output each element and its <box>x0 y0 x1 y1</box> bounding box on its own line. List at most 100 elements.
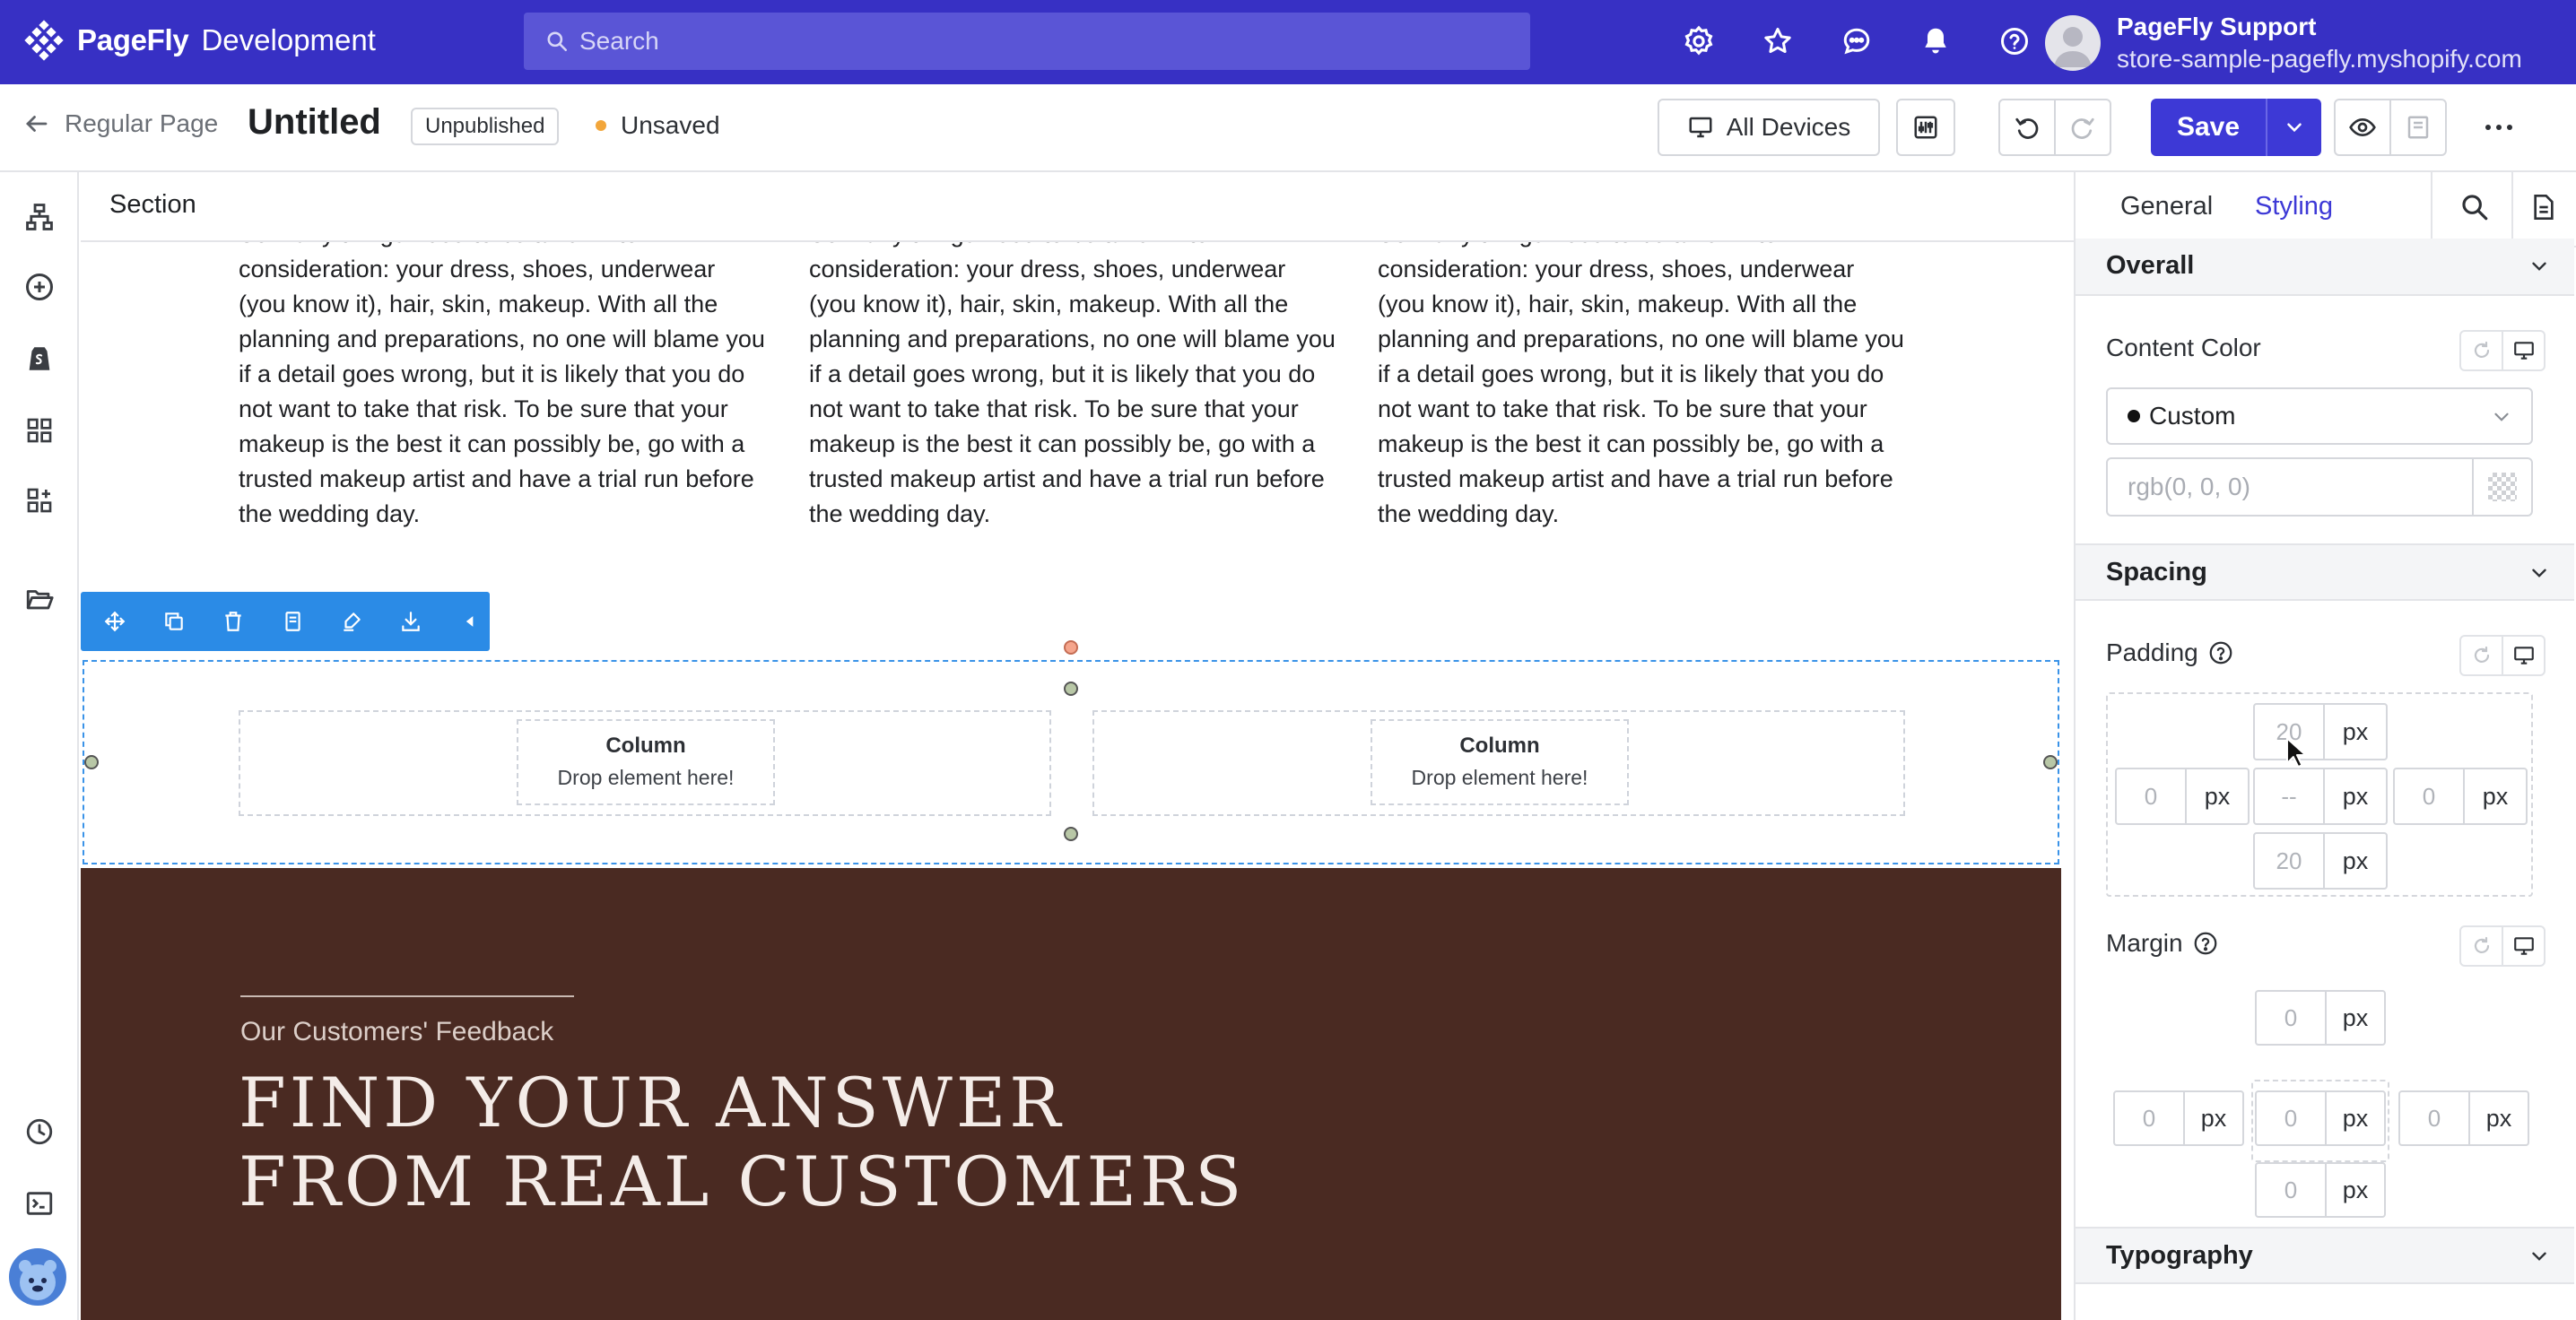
padding-top-handle[interactable] <box>1064 682 1078 696</box>
reset-icon[interactable] <box>2461 637 2503 674</box>
column-title: Column <box>605 734 686 758</box>
collapse-toolbar-icon[interactable] <box>454 605 486 638</box>
brand-name: PageFly <box>77 23 189 56</box>
layers-icon[interactable] <box>20 197 59 237</box>
tab-general[interactable]: General <box>2120 192 2213 221</box>
search-icon[interactable] <box>2459 192 2490 227</box>
color-swatch[interactable] <box>2474 459 2531 515</box>
redo-button[interactable] <box>2056 100 2110 154</box>
reset-icon[interactable] <box>2461 332 2503 369</box>
apps-icon[interactable] <box>20 481 59 520</box>
eye-icon <box>2349 117 2376 137</box>
paste-style-brush-icon[interactable] <box>335 605 368 638</box>
padding-bottom-handle[interactable] <box>1064 827 1078 841</box>
margin-left-value: 0 <box>2115 1092 2185 1144</box>
move-icon[interactable] <box>99 605 131 638</box>
margin-top-input[interactable]: 0 px <box>2255 990 2386 1046</box>
text-block-2[interactable]: So many things need to be taken into con… <box>809 242 1338 532</box>
chevron-down-icon <box>2494 412 2509 421</box>
column-placeholder-2[interactable]: Column Drop element here! <box>1371 719 1629 805</box>
left-sidebar <box>0 172 79 1320</box>
search-input[interactable]: Search <box>524 13 1530 70</box>
margin-left-input[interactable]: 0 px <box>2113 1090 2244 1146</box>
chat-icon[interactable] <box>1837 22 1876 61</box>
save-button[interactable]: Save <box>2151 99 2321 156</box>
column-placeholder-1[interactable]: Column Drop element here! <box>517 719 775 805</box>
page-canvas[interactable]: So many things need to be taken into con… <box>81 242 2061 1320</box>
margin-top-handle[interactable] <box>1064 640 1078 655</box>
support-mascot-icon[interactable] <box>9 1248 66 1306</box>
feedback-kicker[interactable]: Our Customers' Feedback <box>240 1017 553 1047</box>
document-icon[interactable] <box>2529 192 2558 227</box>
desktop-icon[interactable] <box>2503 637 2544 674</box>
undo-redo-group <box>1998 99 2111 156</box>
overall-group-header[interactable]: Overall <box>2076 239 2574 296</box>
page-title[interactable]: Untitled <box>248 102 381 143</box>
column-hint: Drop element here! <box>1411 766 1588 789</box>
unit-label: px <box>2204 782 2231 810</box>
account-menu[interactable]: PageFly Support store-sample-pagefly.mys… <box>2045 11 2522 75</box>
notification-bell-icon[interactable] <box>1916 22 1955 61</box>
padding-right-input[interactable]: 0 px <box>2393 768 2528 825</box>
help-icon[interactable] <box>1995 22 2034 61</box>
copy-style-icon[interactable] <box>276 605 309 638</box>
text-block-3[interactable]: So many things need to be taken into con… <box>1378 242 1907 532</box>
code-terminal-icon[interactable] <box>20 1184 59 1223</box>
settings-icon[interactable] <box>1679 22 1719 61</box>
help-icon[interactable] <box>2192 930 2219 957</box>
padding-right-handle[interactable] <box>2043 755 2058 769</box>
chevron-down-icon <box>2532 569 2546 578</box>
column-hint: Drop element here! <box>557 766 735 789</box>
margin-controls <box>2459 925 2546 967</box>
more-options-button[interactable] <box>2472 100 2526 154</box>
user-avatar-icon <box>2054 27 2092 67</box>
reset-icon[interactable] <box>2461 927 2503 965</box>
padding-left-handle[interactable] <box>84 755 99 769</box>
feedback-section[interactable]: Our Customers' Feedback FIND YOUR ANSWER… <box>81 868 2061 1320</box>
brand[interactable]: PageFly Development <box>23 20 376 61</box>
save-section-download-icon[interactable] <box>395 605 427 638</box>
star-icon[interactable] <box>1758 22 1797 61</box>
shopify-icon[interactable] <box>20 339 59 378</box>
delete-trash-icon[interactable] <box>217 605 249 638</box>
margin-bottom-input[interactable]: 0 px <box>2255 1162 2386 1218</box>
padding-left-value: 0 <box>2117 769 2187 823</box>
spacing-group-header[interactable]: Spacing <box>2076 543 2574 601</box>
save-options-button[interactable] <box>2267 99 2321 156</box>
add-element-icon[interactable] <box>20 267 59 307</box>
margin-right-input[interactable]: 0 px <box>2398 1090 2529 1146</box>
redo-icon <box>2071 117 2094 139</box>
publish-button[interactable] <box>2391 100 2445 154</box>
all-devices-label: All Devices <box>1726 113 1851 141</box>
desktop-icon <box>1689 117 1712 138</box>
status-badge: Unpublished <box>411 108 560 145</box>
avatar <box>2045 15 2101 71</box>
content-color-select[interactable]: Custom <box>2106 387 2533 445</box>
margin-all-input[interactable]: 0 px <box>2255 1090 2386 1146</box>
content-color-controls <box>2459 330 2546 371</box>
folder-icon[interactable] <box>20 579 59 619</box>
back-button[interactable]: Regular Page <box>23 109 218 138</box>
sections-grid-icon[interactable] <box>20 411 59 450</box>
typography-title: Typography <box>2106 1241 2253 1270</box>
undo-button[interactable] <box>2000 100 2056 154</box>
text-block-1[interactable]: So many things need to be taken into con… <box>239 242 768 532</box>
preview-button[interactable] <box>2336 100 2391 154</box>
page-settings-button[interactable] <box>1896 99 1955 156</box>
duplicate-icon[interactable] <box>158 605 190 638</box>
margin-label: Margin <box>2106 929 2183 957</box>
desktop-icon[interactable] <box>2503 332 2544 369</box>
padding-top-input[interactable]: 20 px <box>2253 703 2388 760</box>
history-clock-icon[interactable] <box>20 1112 59 1151</box>
desktop-icon[interactable] <box>2503 927 2544 965</box>
all-devices-button[interactable]: All Devices <box>1658 99 1880 156</box>
editor-toolbar: Regular Page Untitled Unpublished Unsave… <box>0 84 2576 172</box>
color-value-input[interactable]: rgb(0, 0, 0) <box>2106 457 2533 517</box>
padding-left-input[interactable]: 0 px <box>2115 768 2250 825</box>
padding-bottom-input[interactable]: 20 px <box>2253 832 2388 890</box>
feedback-headline[interactable]: FIND YOUR ANSWER FROM REAL CUSTOMERS <box>239 1064 1245 1221</box>
typography-group-header[interactable]: Typography <box>2076 1227 2574 1284</box>
help-icon[interactable] <box>2207 639 2234 666</box>
padding-all-input[interactable]: -- px <box>2253 768 2388 825</box>
tab-styling[interactable]: Styling <box>2255 192 2333 221</box>
